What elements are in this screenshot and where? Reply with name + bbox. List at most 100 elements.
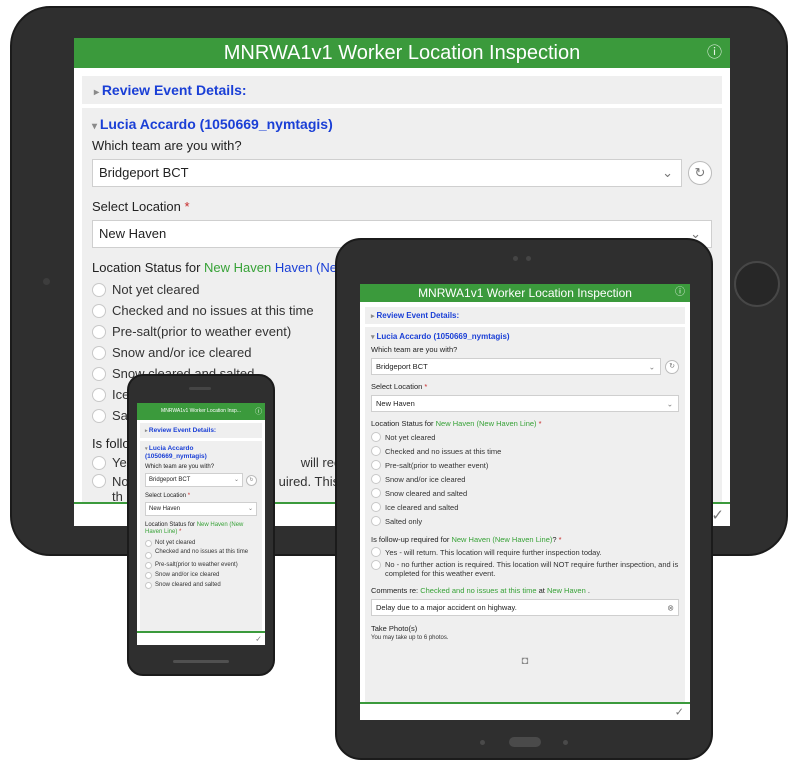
- comments-value: Delay due to a major accident on highway…: [376, 603, 517, 612]
- team-select[interactable]: Bridgeport BCT ⌄: [92, 159, 682, 187]
- home-button[interactable]: [734, 261, 780, 307]
- app-title: MNRWA1v1 Worker Location Inspection: [223, 42, 581, 64]
- alert-icon[interactable]: ⓘ: [675, 284, 685, 302]
- status-option[interactable]: Ice cleared and salted: [371, 500, 679, 514]
- radio-button[interactable]: [92, 408, 106, 423]
- radio-button[interactable]: [92, 282, 106, 297]
- refresh-icon[interactable]: ↻: [665, 359, 679, 374]
- user-section-label: Lucia Accardo (1050669_nymtagis): [145, 445, 207, 460]
- chevron-down-icon: ⌄: [233, 477, 239, 483]
- form-footer: ✓: [137, 631, 265, 645]
- radio-button[interactable]: [371, 474, 381, 484]
- phone-screen: MNRWA1v1 Worker Location Insp... ⓘ ▸ Rev…: [137, 403, 265, 645]
- location-label: Select Location *: [92, 199, 190, 214]
- user-section-header[interactable]: ▾ Lucia Accardo (1050669_nymtagis): [92, 116, 712, 132]
- earpiece: [189, 387, 211, 390]
- radio-button[interactable]: [92, 366, 106, 381]
- status-option[interactable]: Pre-salt(prior to weather event): [371, 458, 679, 472]
- review-section-header[interactable]: ▸ Review Event Details:: [82, 76, 722, 104]
- team-select[interactable]: Bridgeport BCT ⌄: [371, 358, 661, 375]
- location-value: New Haven: [376, 399, 415, 408]
- radio-button[interactable]: [145, 571, 152, 579]
- review-section-header[interactable]: ▸ Review Event Details:: [365, 307, 685, 324]
- radio-button[interactable]: [145, 561, 152, 569]
- camera-dots: [513, 256, 539, 261]
- radio-button[interactable]: [92, 474, 106, 488]
- submit-check-icon[interactable]: ✓: [255, 635, 262, 644]
- review-section-label: Review Event Details:: [101, 82, 247, 98]
- radio-button[interactable]: [371, 460, 381, 470]
- comments-label: Comments re: Checked and no issues at th…: [371, 586, 590, 595]
- radio-button[interactable]: [92, 324, 106, 339]
- radio-button[interactable]: [92, 387, 106, 402]
- app-title: MNRWA1v1 Worker Location Insp...: [161, 408, 241, 414]
- team-value: Bridgeport BCT: [376, 362, 428, 371]
- home-bar[interactable]: [173, 660, 229, 663]
- user-section-header[interactable]: ▾ Lucia Accardo (1050669_nymtagis): [145, 445, 257, 461]
- chevron-down-icon: ⌄: [648, 362, 655, 371]
- team-value: Bridgeport BCT: [149, 477, 191, 483]
- photo-hint: You may take up to 6 photos.: [371, 635, 449, 641]
- refresh-icon[interactable]: ↻: [688, 161, 712, 185]
- followup-option[interactable]: No - no further action is required. This…: [371, 560, 679, 578]
- user-section-label: Lucia Accardo (1050669_nymtagis): [99, 116, 333, 132]
- status-option[interactable]: Salted only: [371, 514, 679, 528]
- location-value: New Haven: [149, 506, 181, 512]
- radio-button[interactable]: [371, 560, 381, 570]
- status-option[interactable]: Snow and/or ice cleared: [145, 570, 257, 580]
- status-option[interactable]: Checked and no issues at this time: [371, 444, 679, 458]
- tablet-portrait: MNRWA1v1 Worker Location Inspection ⓘ ▸ …: [335, 238, 713, 760]
- status-option[interactable]: Snow cleared and salted: [371, 486, 679, 500]
- team-value: Bridgeport BCT: [99, 165, 189, 180]
- alert-icon[interactable]: ⓘ: [255, 403, 262, 420]
- nav-dot: [563, 740, 568, 745]
- followup-option[interactable]: Yes - will return. This location will re…: [371, 547, 679, 557]
- team-select[interactable]: Bridgeport BCT ⌄: [145, 473, 243, 487]
- camera-button[interactable]: ◘: [517, 655, 533, 667]
- chevron-down-icon: ⌄: [666, 399, 673, 408]
- radio-button[interactable]: [371, 547, 381, 557]
- status-option[interactable]: Pre-salt(prior to weather event): [145, 560, 257, 570]
- review-section-header[interactable]: ▸ Review Event Details:: [140, 423, 262, 438]
- home-pill[interactable]: [509, 737, 541, 747]
- radio-button[interactable]: [145, 581, 152, 589]
- clear-icon[interactable]: ⊗: [667, 600, 674, 615]
- radio-button[interactable]: [92, 303, 106, 318]
- location-value: New Haven: [99, 226, 167, 241]
- radio-button[interactable]: [371, 516, 381, 526]
- chevron-down-icon: ⌄: [247, 506, 253, 512]
- radio-button[interactable]: [92, 345, 106, 360]
- radio-button[interactable]: [371, 502, 381, 512]
- app-header: MNRWA1v1 Worker Location Inspection ⓘ: [360, 284, 690, 302]
- camera-dot: [43, 278, 50, 285]
- submit-check-icon[interactable]: ✓: [711, 506, 724, 524]
- user-section-header[interactable]: ▾ Lucia Accardo (1050669_nymtagis): [371, 332, 679, 341]
- review-section-label: Review Event Details:: [148, 427, 217, 434]
- app-header: MNRWA1v1 Worker Location Inspection ⓘ: [74, 38, 730, 68]
- submit-check-icon[interactable]: ✓: [675, 706, 684, 719]
- status-option[interactable]: Snow and/or ice cleared: [371, 472, 679, 486]
- status-option[interactable]: Checked and no issues at this time: [145, 549, 257, 559]
- radio-button[interactable]: [145, 552, 152, 559]
- followup-label: Is follow-up required for New Haven (New…: [371, 535, 562, 544]
- status-label: Location Status for New Haven (New Haven…: [145, 522, 244, 535]
- location-select[interactable]: New Haven ⌄: [145, 502, 257, 516]
- form-footer: ✓: [360, 702, 690, 720]
- camera-icon: ◘: [521, 655, 529, 667]
- comments-input[interactable]: Delay due to a major accident on highway…: [371, 599, 679, 616]
- status-option[interactable]: Not yet cleared: [371, 430, 679, 444]
- status-option[interactable]: Not yet cleared: [145, 538, 257, 548]
- photo-label: Take Photo(s): [371, 624, 418, 633]
- refresh-icon[interactable]: ↻: [246, 474, 257, 486]
- status-option[interactable]: Snow cleared and salted: [145, 580, 257, 590]
- radio-button[interactable]: [371, 432, 381, 442]
- location-select[interactable]: New Haven ⌄: [371, 395, 679, 412]
- phone: MNRWA1v1 Worker Location Insp... ⓘ ▸ Rev…: [127, 374, 275, 676]
- alert-icon[interactable]: ⓘ: [707, 38, 722, 68]
- radio-button[interactable]: [145, 539, 152, 547]
- radio-button[interactable]: [371, 446, 381, 456]
- team-question: Which team are you with?: [145, 464, 215, 470]
- status-label: Location Status for New Haven (New Haven…: [371, 419, 542, 428]
- radio-button[interactable]: [371, 488, 381, 498]
- radio-button[interactable]: [92, 455, 106, 470]
